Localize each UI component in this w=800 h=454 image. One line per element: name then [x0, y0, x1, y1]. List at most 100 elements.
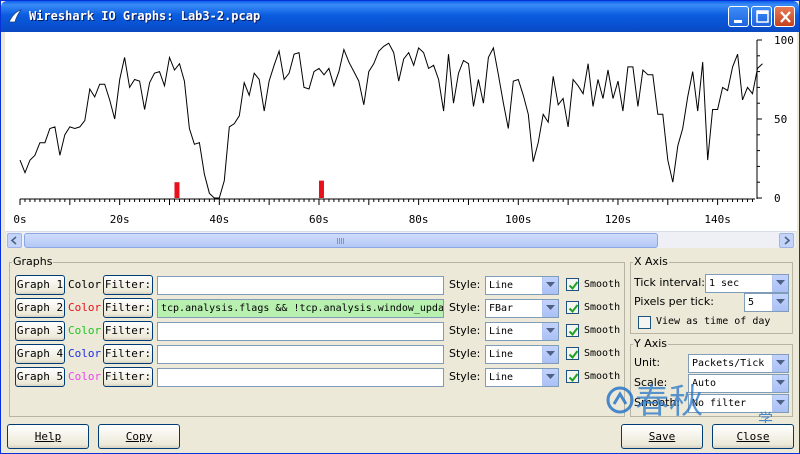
- chevron-down-icon: [776, 380, 785, 385]
- unit-select[interactable]: Packets/Tick: [688, 354, 789, 373]
- tick-interval-label: Tick interval:: [634, 276, 705, 289]
- pixels-per-tick-value: 5: [748, 297, 755, 308]
- x-tick-label: 20s: [110, 213, 130, 226]
- filter-button[interactable]: Filter:: [103, 275, 153, 295]
- filter-button[interactable]: Filter:: [103, 367, 153, 387]
- scroll-grip: [337, 238, 345, 244]
- y-smooth-value: No filter: [692, 398, 747, 409]
- y-smooth-label: Smooth:: [634, 396, 681, 409]
- style-label: Style:: [449, 301, 481, 314]
- y-axis-group-label: Y Axis: [633, 337, 669, 350]
- smooth-checkbox[interactable]: [566, 301, 579, 314]
- chevron-down-icon: [776, 280, 785, 285]
- graph-color-label: Color: [68, 278, 102, 291]
- chevron-down-icon: [546, 374, 555, 379]
- style-select[interactable]: Line: [485, 368, 559, 387]
- graph-canvas[interactable]: 0s 20s 40s 60s 80s 100s 120s 140s 0 50 100: [5, 32, 797, 231]
- pixels-per-tick-select[interactable]: 5: [744, 293, 789, 312]
- style-value: Line: [489, 349, 514, 360]
- minimize-button[interactable]: [728, 6, 749, 27]
- x-tick-label: 120s: [605, 213, 632, 226]
- chevron-down-icon: [546, 305, 555, 310]
- help-button-label: Help: [34, 430, 62, 443]
- y-tick-label: 100: [774, 34, 794, 47]
- horizontal-scrollbar[interactable]: [6, 231, 796, 248]
- style-label: Style:: [449, 278, 481, 291]
- close-button[interactable]: Close: [712, 424, 794, 449]
- help-button[interactable]: Help: [7, 424, 89, 449]
- x-axis-group: X Axis Tick interval: 1 sec Pixels per t…: [630, 255, 793, 334]
- view-time-of-day-label: View as time of day: [656, 316, 771, 327]
- style-select[interactable]: Line: [485, 276, 559, 295]
- style-value: FBar: [489, 303, 514, 314]
- window-title: Wireshark IO Graphs: Lab3-2.pcap: [29, 9, 261, 23]
- style-label: Style:: [449, 324, 481, 337]
- chevron-down-icon: [776, 299, 785, 304]
- arrow-left-icon: [10, 236, 17, 245]
- smooth-label: Smooth: [584, 279, 621, 290]
- style-label: Style:: [449, 347, 481, 360]
- maximize-button[interactable]: [751, 6, 772, 27]
- style-select[interactable]: Line: [485, 345, 559, 364]
- style-value: Line: [489, 372, 514, 383]
- chevron-down-icon: [546, 282, 555, 287]
- scroll-right-button[interactable]: [779, 233, 794, 248]
- minimize-icon: [734, 20, 742, 23]
- graph-color-label: Color: [68, 347, 102, 360]
- style-select[interactable]: Line: [485, 322, 559, 341]
- title-bar[interactable]: Wireshark IO Graphs: Lab3-2.pcap: [1, 1, 799, 32]
- smooth-checkbox[interactable]: [566, 324, 579, 337]
- scroll-left-button[interactable]: [7, 233, 22, 248]
- graph-toggle-button[interactable]: Graph 2: [15, 298, 65, 318]
- scale-select[interactable]: Auto: [688, 374, 789, 393]
- filter-button[interactable]: Filter:: [103, 321, 153, 341]
- tick-interval-select[interactable]: 1 sec: [705, 274, 789, 293]
- checkmark-icon: [568, 327, 579, 337]
- arrow-right-icon: [784, 236, 791, 245]
- style-value: Line: [489, 280, 514, 291]
- unit-label: Unit:: [634, 356, 661, 369]
- filter-button[interactable]: Filter:: [103, 298, 153, 318]
- style-select[interactable]: FBar: [485, 299, 559, 318]
- smooth-checkbox[interactable]: [566, 278, 579, 291]
- chevron-down-icon: [776, 400, 785, 405]
- save-button[interactable]: Save: [621, 424, 703, 449]
- tick-interval-value: 1 sec: [709, 278, 740, 289]
- x-tick-label: 100s: [505, 213, 532, 226]
- y-tick-label: 0: [774, 192, 781, 205]
- pixels-per-tick-label: Pixels per tick:: [634, 295, 714, 308]
- graph-toggle-button[interactable]: Graph 3: [15, 321, 65, 341]
- graph-toggle-button[interactable]: Graph 1: [15, 275, 65, 295]
- filter-input[interactable]: [157, 276, 444, 295]
- graph-toggle-button[interactable]: Graph 4: [15, 344, 65, 364]
- smooth-checkbox[interactable]: [566, 347, 579, 360]
- filter-button[interactable]: Filter:: [103, 344, 153, 364]
- graph-toggle-button[interactable]: Graph 5: [15, 367, 65, 387]
- close-window-button[interactable]: [774, 6, 795, 27]
- x-axis-group-label: X Axis: [633, 255, 669, 268]
- smooth-checkbox[interactable]: [566, 370, 579, 383]
- y-axis-group: Y Axis Unit: Packets/Tick Scale: Auto Sm…: [630, 337, 793, 417]
- scroll-thumb[interactable]: [24, 233, 658, 248]
- style-label: Style:: [449, 370, 481, 383]
- filter-input[interactable]: [157, 322, 444, 341]
- graphs-group: Graphs Graph 1 Color Filter: Style: Line Smoo…: [9, 255, 625, 417]
- graph-color-label: Color: [68, 324, 102, 337]
- graphs-group-label: Graphs: [12, 255, 54, 268]
- filter-input[interactable]: [157, 368, 444, 387]
- y-smooth-select[interactable]: No filter: [688, 394, 789, 413]
- x-tick-label: 140s: [704, 213, 731, 226]
- scale-label: Scale:: [634, 376, 668, 389]
- smooth-label: Smooth: [584, 371, 621, 382]
- copy-button[interactable]: Copy: [98, 424, 180, 449]
- unit-value: Packets/Tick: [692, 358, 765, 369]
- close-button-label: Close: [736, 430, 770, 443]
- filter-input[interactable]: [157, 345, 444, 364]
- smooth-label: Smooth: [584, 302, 621, 313]
- filter-input[interactable]: tcp.analysis.flags && !tcp.analysis.wind…: [157, 299, 444, 318]
- smooth-label: Smooth: [584, 325, 621, 336]
- view-time-of-day-checkbox[interactable]: [638, 316, 651, 329]
- x-tick-label: 40s: [209, 213, 229, 226]
- checkmark-icon: [568, 304, 579, 314]
- checkmark-icon: [568, 350, 579, 360]
